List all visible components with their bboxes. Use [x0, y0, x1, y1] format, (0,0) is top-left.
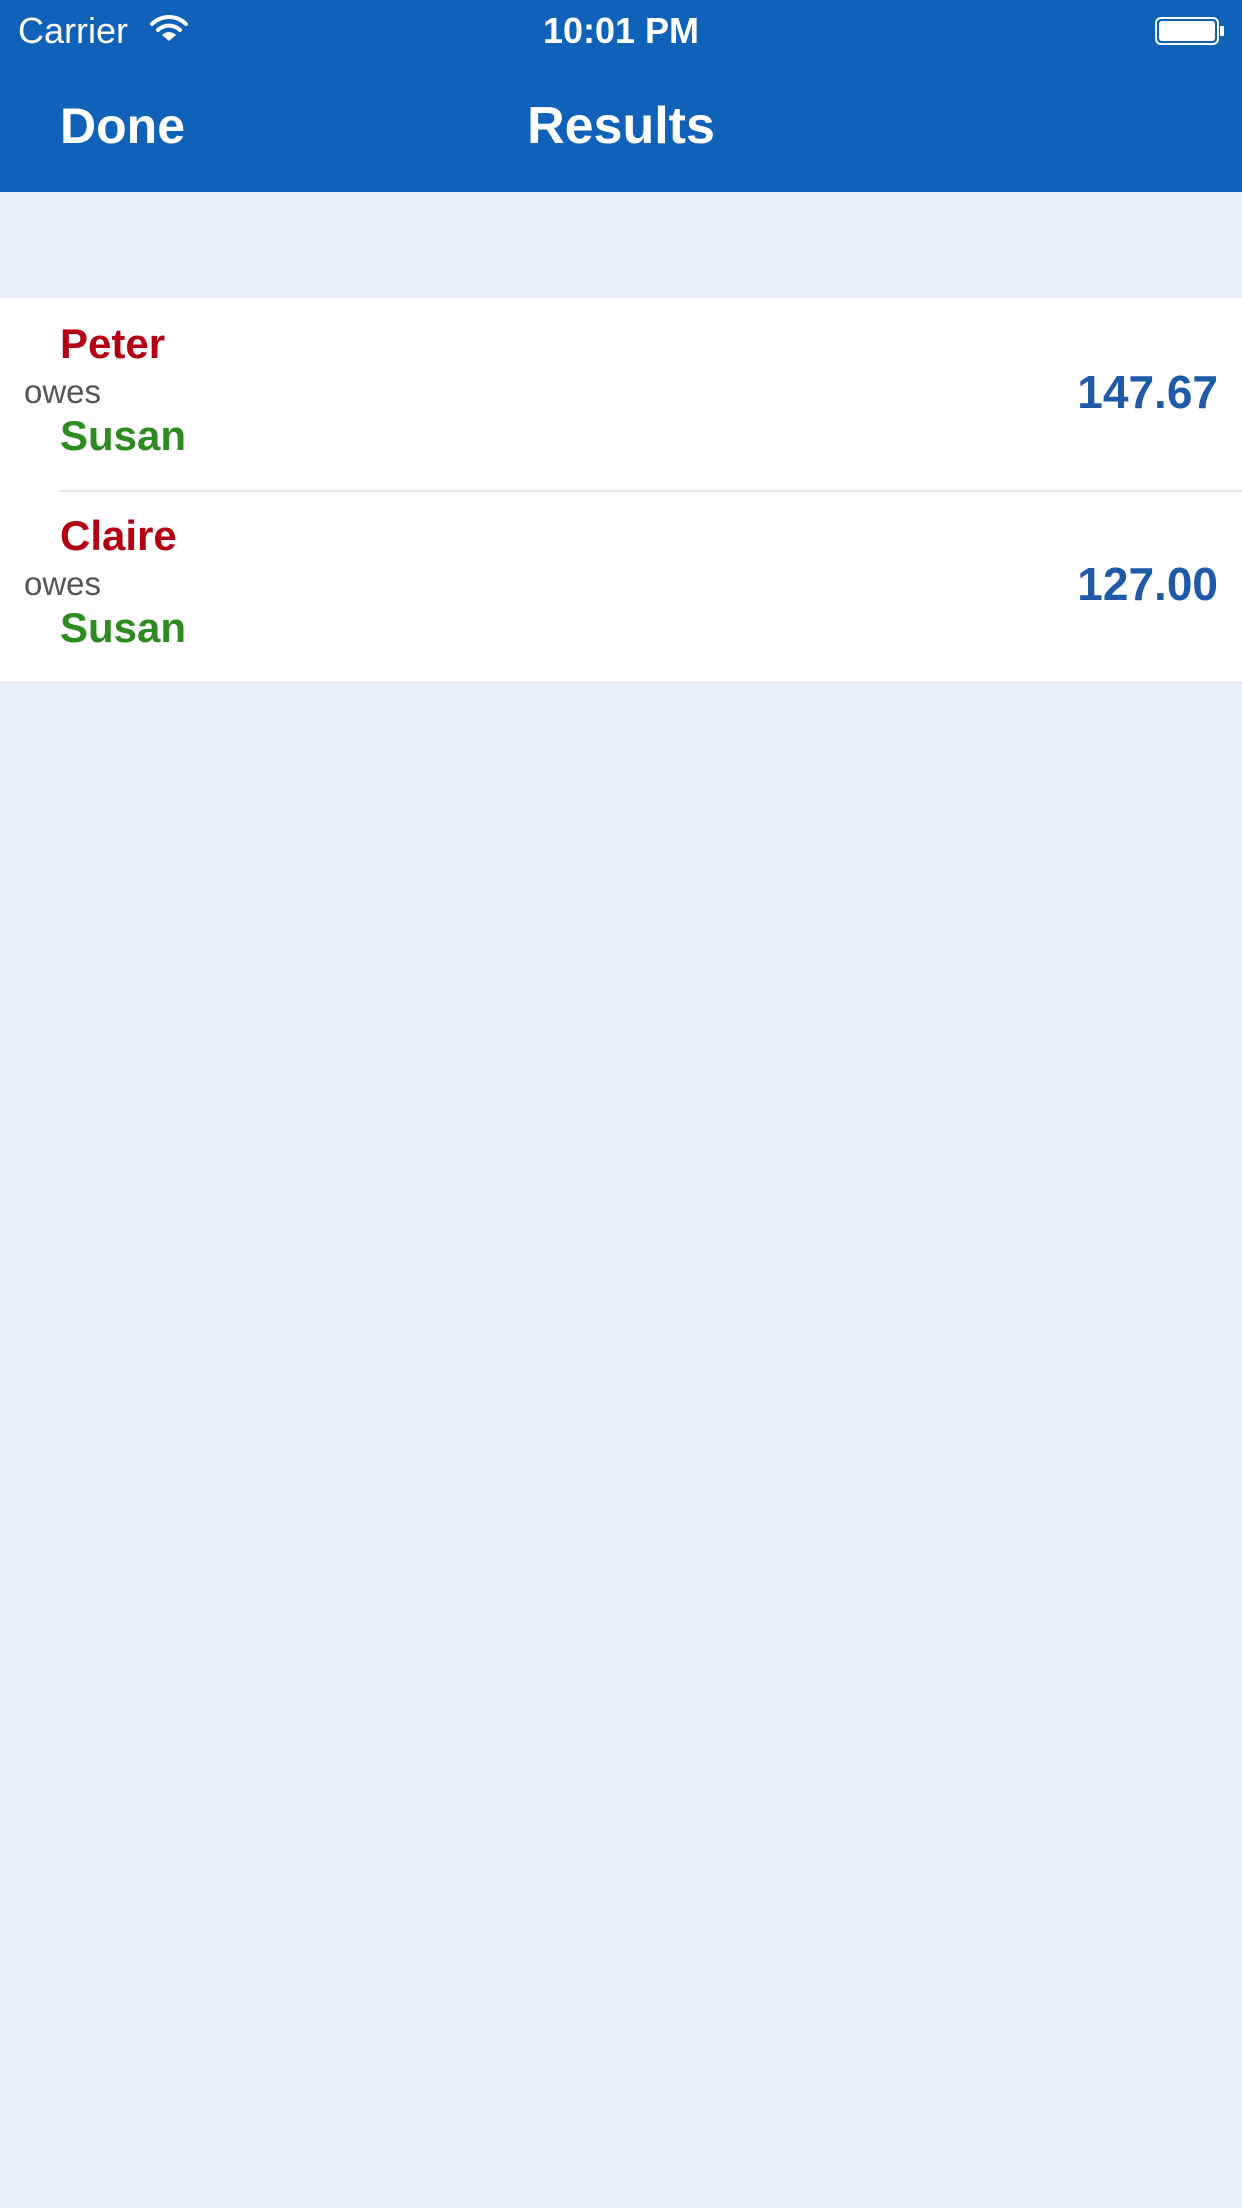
page-title: Results	[527, 97, 715, 155]
creditor-name: Susan	[60, 412, 187, 459]
navigation-bar: Carrier 10:01 PM Done Results	[0, 0, 1242, 192]
creditor-name: Susan	[60, 604, 187, 651]
status-time: 10:01 PM	[542, 10, 700, 51]
result-row[interactable]: Peter owes Susan 147.67	[0, 298, 1242, 490]
owes-label: owes	[24, 373, 102, 410]
results-list: Peter owes Susan 147.67 Claire owes Susa…	[0, 298, 1242, 683]
owes-label: owes	[24, 565, 102, 602]
result-row[interactable]: Claire owes Susan 127.00	[0, 490, 1242, 682]
debtor-name: Claire	[60, 512, 177, 559]
debtor-name: Peter	[60, 320, 166, 367]
amount-value: 147.67	[1077, 366, 1218, 418]
results-screen: Carrier 10:01 PM Done Results Peter owes…	[0, 0, 1242, 2208]
status-bar: Carrier 10:01 PM	[0, 0, 1242, 60]
battery-icon	[1155, 17, 1224, 45]
amount-value: 127.00	[1077, 558, 1218, 610]
